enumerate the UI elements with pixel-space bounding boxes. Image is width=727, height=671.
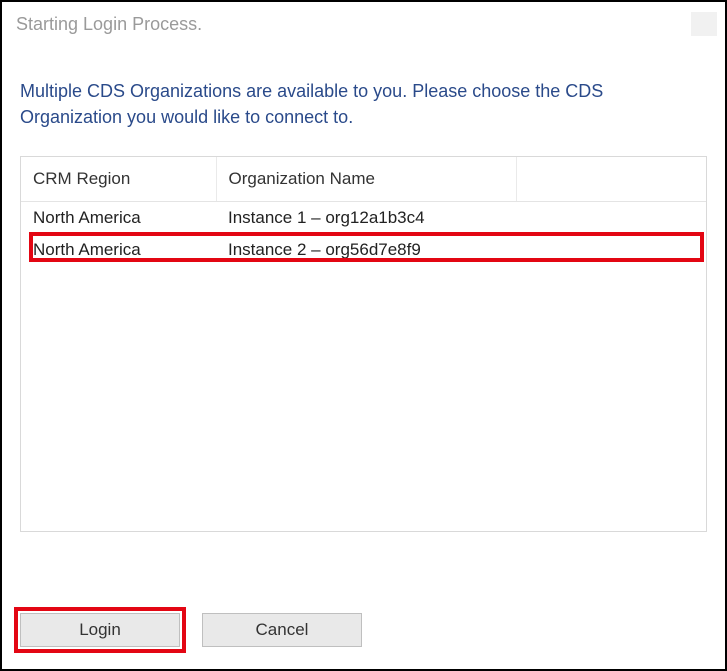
titlebar: Starting Login Process. × bbox=[2, 2, 725, 46]
cancel-button-label: Cancel bbox=[256, 620, 309, 640]
col-header-region[interactable]: CRM Region bbox=[21, 157, 216, 202]
col-header-org[interactable]: Organization Name bbox=[216, 157, 516, 202]
cell-region: North America bbox=[21, 202, 216, 234]
login-button[interactable]: Login bbox=[20, 613, 180, 647]
dialog-footer: Login Cancel bbox=[2, 601, 725, 669]
dialog-content: Multiple CDS Organizations are available… bbox=[2, 46, 725, 601]
table-row[interactable]: North America Instance 1 – org12a1b3c4 bbox=[21, 202, 706, 234]
close-button[interactable]: × bbox=[691, 12, 717, 36]
cell-region: North America bbox=[21, 234, 216, 266]
login-button-label: Login bbox=[79, 620, 121, 640]
col-header-blank[interactable] bbox=[516, 157, 706, 202]
org-table-container: CRM Region Organization Name North Ameri… bbox=[20, 156, 707, 532]
cell-org: Instance 1 – org12a1b3c4 bbox=[216, 202, 706, 234]
table-header-row: CRM Region Organization Name bbox=[21, 157, 706, 202]
cell-org: Instance 2 – org56d7e8f9 bbox=[216, 234, 706, 266]
dialog-window: Starting Login Process. × Multiple CDS O… bbox=[0, 0, 727, 671]
instruction-text: Multiple CDS Organizations are available… bbox=[20, 78, 707, 130]
close-icon: × bbox=[700, 17, 708, 31]
cancel-button[interactable]: Cancel bbox=[202, 613, 362, 647]
dialog-title: Starting Login Process. bbox=[16, 14, 202, 35]
table-row[interactable]: North America Instance 2 – org56d7e8f9 bbox=[21, 234, 706, 266]
org-table: CRM Region Organization Name North Ameri… bbox=[21, 157, 706, 265]
